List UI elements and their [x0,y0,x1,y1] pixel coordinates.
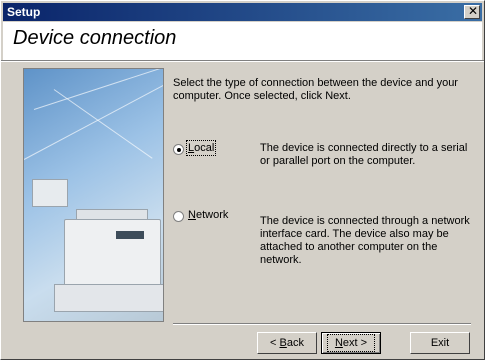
exit-button[interactable]: Exit [410,332,470,354]
local-radio[interactable] [173,144,184,155]
window-title: Setup [7,5,41,19]
network-description: The device is connected through a networ… [260,215,470,266]
instructions-text: Select the type of connection between th… [173,77,458,102]
close-icon: ✕ [468,4,479,18]
next-button[interactable]: Next > [321,332,381,354]
printer-panel [116,231,144,239]
setup-dialog: Setup ✕ Device connection Select the typ… [0,0,485,360]
network-radio[interactable] [173,211,184,222]
printer-icon [64,219,161,291]
page-title: Device connection [13,27,177,49]
close-button[interactable]: ✕ [464,4,480,19]
header-divider [1,60,484,62]
local-label[interactable]: Local [185,140,217,156]
back-button[interactable]: < Back [257,332,317,354]
footer-divider [173,323,471,325]
printer-illustration [23,68,164,322]
computer-icon [32,179,68,207]
title-bar[interactable]: Setup ✕ [3,3,482,21]
light-ray [24,83,163,160]
network-label[interactable]: Network [188,209,228,221]
local-description: The device is connected directly to a se… [260,142,468,167]
header-panel: Device connection [3,22,482,60]
printer-tray [54,284,163,312]
